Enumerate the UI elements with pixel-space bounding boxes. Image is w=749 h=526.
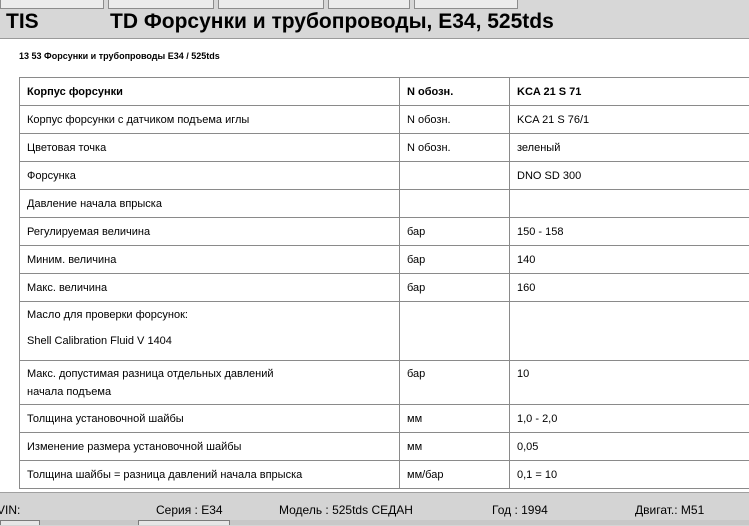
vin-label: VIN: xyxy=(0,503,20,517)
spec-name: Форсунка xyxy=(20,162,400,190)
spec-name-line-2: начала подъема xyxy=(27,383,392,401)
table-row: Регулируемая величина бар 150 - 158 xyxy=(20,218,749,246)
spec-unit: мм xyxy=(400,405,510,433)
spec-name: Изменение размера установочной шайбы xyxy=(20,433,400,461)
bottom-tab-2[interactable] xyxy=(138,520,230,525)
spec-unit: N обозн. xyxy=(400,78,510,106)
spec-value: 150 - 158 xyxy=(510,218,749,246)
spec-unit: мм/бар xyxy=(400,461,510,489)
table-row: Корпус форсунки с датчиком подъема иглы … xyxy=(20,106,749,134)
spec-unit: бар xyxy=(400,246,510,274)
nav-tab-2[interactable] xyxy=(108,0,214,9)
spec-name-line-2: Shell Calibration Fluid V 1404 xyxy=(27,332,392,350)
spec-unit xyxy=(400,162,510,190)
spec-value: 1,0 - 2,0 xyxy=(510,405,749,433)
table-row: Толщина установочной шайбы мм 1,0 - 2,0 xyxy=(20,405,749,433)
spec-name: Толщина шайбы = разница давлений начала … xyxy=(20,461,400,489)
spec-value: 140 xyxy=(510,246,749,274)
model-label: Модель : 525tds СЕДАН xyxy=(279,503,413,517)
spec-unit: N обозн. xyxy=(400,106,510,134)
spec-value: KCA 21 S 76/1 xyxy=(510,106,749,134)
spec-name: Цветовая точка xyxy=(20,134,400,162)
table-row: Давление начала впрыска xyxy=(20,190,749,218)
spec-name-line-1: Макс. допустимая разница отдельных давле… xyxy=(27,365,392,383)
spec-value xyxy=(510,302,749,361)
spec-name: Миним. величина xyxy=(20,246,400,274)
table-row: Макс. величина бар 160 xyxy=(20,274,749,302)
spec-name: Корпус форсунки xyxy=(20,78,400,106)
spec-value: 0,05 xyxy=(510,433,749,461)
table-row: Корпус форсунки N обозн. KCA 21 S 71 xyxy=(20,78,749,106)
table-row: Цветовая точка N обозн. зеленый xyxy=(20,134,749,162)
spec-name: Регулируемая величина xyxy=(20,218,400,246)
spec-unit: N обозн. xyxy=(400,134,510,162)
spec-name: Масло для проверки форсунок: Shell Calib… xyxy=(20,302,400,361)
bottom-tab-1[interactable] xyxy=(0,520,40,525)
page-title: TD Форсунки и трубопроводы, E34, 525tds xyxy=(110,10,554,34)
spec-value xyxy=(510,190,749,218)
spec-unit: мм xyxy=(400,433,510,461)
spec-value: DNO SD 300 xyxy=(510,162,749,190)
series-label: Серия : E34 xyxy=(156,503,223,517)
engine-label: Двигат.: M51 xyxy=(635,503,704,517)
nav-tab-4[interactable] xyxy=(328,0,410,9)
nav-tab-5[interactable] xyxy=(414,0,518,9)
spec-name: Макс. допустимая разница отдельных давле… xyxy=(20,361,400,405)
spec-name: Корпус форсунки с датчиком подъема иглы xyxy=(20,106,400,134)
spec-unit: бар xyxy=(400,361,510,405)
spec-name: Толщина установочной шайбы xyxy=(20,405,400,433)
year-label: Год : 1994 xyxy=(492,503,548,517)
table-row: Толщина шайбы = разница давлений начала … xyxy=(20,461,749,489)
table-row: Миним. величина бар 140 xyxy=(20,246,749,274)
spec-unit xyxy=(400,190,510,218)
spec-unit xyxy=(400,302,510,361)
table-row: Масло для проверки форсунок: Shell Calib… xyxy=(20,302,749,361)
app-name: TIS xyxy=(6,10,39,34)
spec-value: 160 xyxy=(510,274,749,302)
spec-value: зеленый xyxy=(510,134,749,162)
nav-tab-3[interactable] xyxy=(218,0,324,9)
spec-name-line-1: Масло для проверки форсунок: xyxy=(27,306,392,324)
spec-unit: бар xyxy=(400,218,510,246)
spec-value: KCA 21 S 71 xyxy=(510,78,749,106)
spec-unit: бар xyxy=(400,274,510,302)
document-heading: 13 53 Форсунки и трубопроводы E34 / 525t… xyxy=(19,51,220,61)
title-bar: TIS TD Форсунки и трубопроводы, E34, 525… xyxy=(0,0,749,39)
bottom-toolbar xyxy=(0,520,749,525)
document-view: 13 53 Форсунки и трубопроводы E34 / 525t… xyxy=(0,39,749,492)
table-row: Макс. допустимая разница отдельных давле… xyxy=(20,361,749,405)
table-row: Форсунка DNO SD 300 xyxy=(20,162,749,190)
table-row: Изменение размера установочной шайбы мм … xyxy=(20,433,749,461)
nav-tab-1[interactable] xyxy=(0,0,104,9)
specifications-table: Корпус форсунки N обозн. KCA 21 S 71 Кор… xyxy=(19,77,749,489)
spec-value: 0,1 = 10 xyxy=(510,461,749,489)
spec-value: 10 xyxy=(510,361,749,405)
spec-name: Макс. величина xyxy=(20,274,400,302)
spec-name: Давление начала впрыска xyxy=(20,190,400,218)
